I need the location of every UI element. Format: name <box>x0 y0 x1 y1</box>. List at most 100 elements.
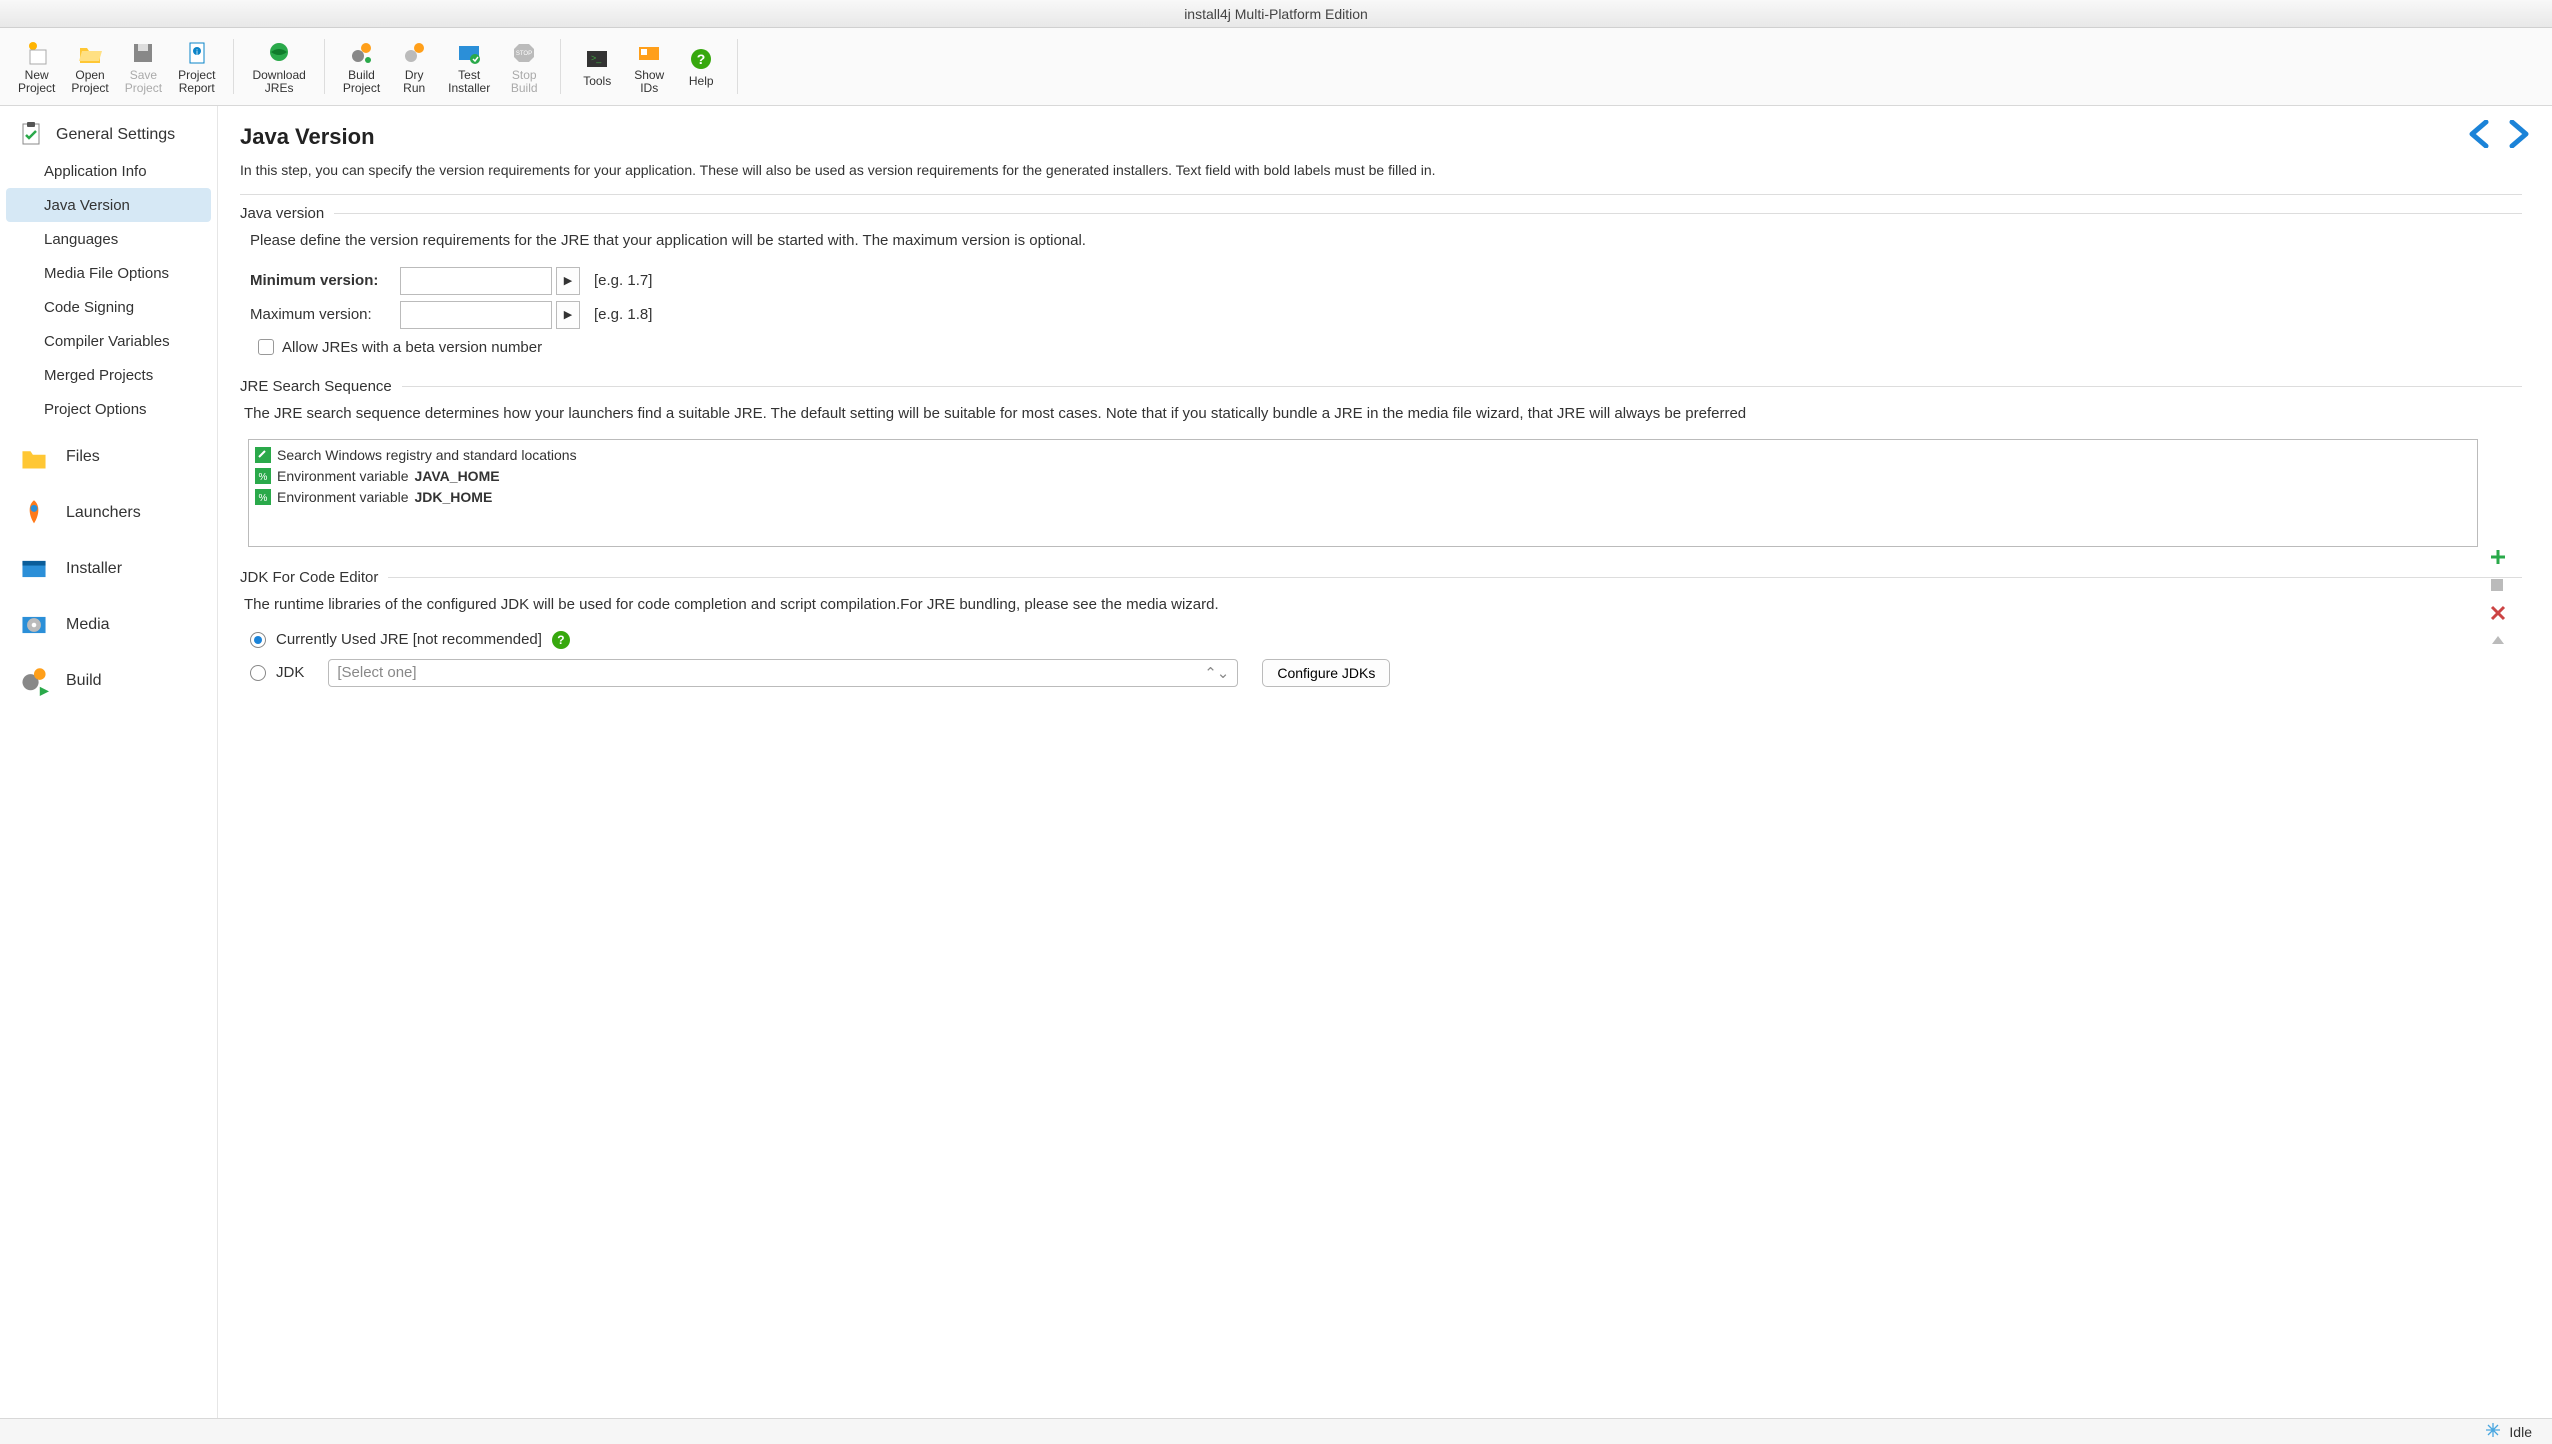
toolbar-separator <box>560 39 561 94</box>
status-text: Idle <box>2509 1424 2532 1440</box>
folder-icon <box>18 441 50 473</box>
gears-build-icon <box>347 39 375 67</box>
show-ids-button[interactable]: Show IDs <box>623 34 675 99</box>
help-badge-icon[interactable]: ? <box>552 631 570 649</box>
configure-jdks-button[interactable]: Configure JDKs <box>1262 659 1390 687</box>
sidebar-item-compiler-variables[interactable]: Compiler Variables <box>6 324 211 358</box>
sidebar-section-installer[interactable]: Installer <box>0 544 217 594</box>
jdk-select[interactable]: [Select one] ⌃⌄ <box>328 659 1238 687</box>
maximum-version-hint: [e.g. 1.8] <box>594 306 652 323</box>
maximum-version-label: Maximum version: <box>250 306 400 323</box>
prev-page-button[interactable] <box>2468 120 2492 151</box>
save-project-button[interactable]: Save Project <box>117 34 170 99</box>
minimum-version-row: Minimum version: ▶ [e.g. 1.7] <box>250 267 2522 295</box>
snowflake-icon <box>2485 1422 2501 1441</box>
minimum-version-menu-button[interactable]: ▶ <box>556 267 580 295</box>
env-var-icon: % <box>255 468 271 484</box>
allow-beta-checkbox-row[interactable]: Allow JREs with a beta version number <box>258 339 2522 356</box>
jre-search-list[interactable]: Search Windows registry and standard loc… <box>248 439 2478 547</box>
gears-play-icon <box>18 665 50 697</box>
dry-run-button[interactable]: Dry Run <box>388 34 440 99</box>
help-button[interactable]: ? Help <box>675 34 727 99</box>
list-item[interactable]: % Environment variable JDK_HOME <box>255 486 2471 507</box>
chevron-updown-icon: ⌃⌄ <box>1204 664 1229 682</box>
radio-button[interactable] <box>250 632 266 648</box>
toolbar-separator <box>737 39 738 94</box>
jdk-description: The runtime libraries of the configured … <box>244 594 2522 617</box>
radio-button[interactable] <box>250 665 266 681</box>
sidebar-item-java-version[interactable]: Java Version <box>6 188 211 222</box>
sidebar-section-build[interactable]: Build <box>0 656 217 706</box>
clipboard-check-icon <box>18 120 44 151</box>
terminal-icon: >_ <box>583 45 611 73</box>
globe-download-icon <box>265 39 293 67</box>
sidebar-section-files[interactable]: Files <box>0 432 217 482</box>
maximum-version-menu-button[interactable]: ▶ <box>556 301 580 329</box>
allow-beta-checkbox[interactable] <box>258 339 274 355</box>
sidebar-section-general[interactable]: General Settings <box>0 116 217 154</box>
sidebar-item-media-file-options[interactable]: Media File Options <box>6 256 211 290</box>
window-title-bar: install4j Multi-Platform Edition <box>0 0 2552 28</box>
add-item-button[interactable] <box>2488 547 2508 567</box>
sidebar-section-label: General Settings <box>56 126 175 144</box>
sidebar-section-label: Build <box>66 672 102 690</box>
project-report-button[interactable]: i Project Report <box>170 34 223 99</box>
radio-currently-used-jre[interactable]: Currently Used JRE [not recommended] ? <box>250 631 2522 649</box>
page-description: In this step, you can specify the versio… <box>240 160 2522 180</box>
sidebar-item-languages[interactable]: Languages <box>6 222 211 256</box>
report-icon: i <box>183 39 211 67</box>
sidebar-item-application-info[interactable]: Application Info <box>6 154 211 188</box>
divider <box>240 194 2522 195</box>
page-title: Java Version <box>240 124 2522 150</box>
minimum-version-hint: [e.g. 1.7] <box>594 272 652 289</box>
env-var-icon: % <box>255 489 271 505</box>
delete-item-button[interactable] <box>2488 603 2508 623</box>
open-project-button[interactable]: Open Project <box>63 34 116 99</box>
svg-text:i: i <box>196 48 198 57</box>
rocket-icon <box>18 497 50 529</box>
allow-beta-label: Allow JREs with a beta version number <box>282 339 542 356</box>
svg-text:%: % <box>259 472 268 483</box>
window-title: install4j Multi-Platform Edition <box>1184 6 1368 22</box>
stop-build-button[interactable]: STOP Stop Build <box>498 34 550 99</box>
download-jres-button[interactable]: Download JREs <box>244 34 313 99</box>
status-bar: Idle <box>0 1418 2552 1444</box>
next-page-button[interactable] <box>2506 120 2530 151</box>
tools-button[interactable]: >_ Tools <box>571 34 623 99</box>
sidebar-section-label: Installer <box>66 560 122 578</box>
test-installer-button[interactable]: Test Installer <box>440 34 498 99</box>
folder-open-icon <box>76 39 104 67</box>
java-version-description: Please define the version requirements f… <box>250 230 2522 253</box>
sidebar-item-project-options[interactable]: Project Options <box>6 392 211 426</box>
sidebar-item-merged-projects[interactable]: Merged Projects <box>6 358 211 392</box>
radio-jdk[interactable]: JDK [Select one] ⌃⌄ Configure JDKs <box>250 659 2522 687</box>
minimum-version-input[interactable] <box>400 267 552 295</box>
radio-label: Currently Used JRE [not recommended] <box>276 631 542 648</box>
sidebar-section-label: Files <box>66 448 100 466</box>
list-item[interactable]: Search Windows registry and standard loc… <box>255 444 2471 465</box>
jre-search-description: The JRE search sequence determines how y… <box>244 403 2522 426</box>
svg-text:?: ? <box>697 51 706 67</box>
toolbar-separator <box>233 39 234 94</box>
radio-label: JDK <box>276 664 304 681</box>
new-project-icon <box>23 39 51 67</box>
list-item[interactable]: % Environment variable JAVA_HOME <box>255 465 2471 486</box>
move-up-button[interactable] <box>2488 631 2508 651</box>
build-project-button[interactable]: Build Project <box>335 34 388 99</box>
toolbar-separator <box>324 39 325 94</box>
disc-icon <box>18 609 50 641</box>
jdk-legend: JDK For Code Editor <box>240 569 2522 586</box>
installer-icon <box>18 553 50 585</box>
sidebar: General Settings Application Info Java V… <box>0 106 218 1418</box>
sidebar-section-launchers[interactable]: Launchers <box>0 488 217 538</box>
gears-dry-icon <box>400 39 428 67</box>
maximum-version-input[interactable] <box>400 301 552 329</box>
sidebar-item-code-signing[interactable]: Code Signing <box>6 290 211 324</box>
sidebar-section-media[interactable]: Media <box>0 600 217 650</box>
maximum-version-row: Maximum version: ▶ [e.g. 1.8] <box>250 301 2522 329</box>
sidebar-section-label: Launchers <box>66 504 141 522</box>
id-card-icon <box>635 39 663 67</box>
stop-icon: STOP <box>510 39 538 67</box>
minimum-version-label: Minimum version: <box>250 272 400 289</box>
new-project-button[interactable]: New Project <box>10 34 63 99</box>
